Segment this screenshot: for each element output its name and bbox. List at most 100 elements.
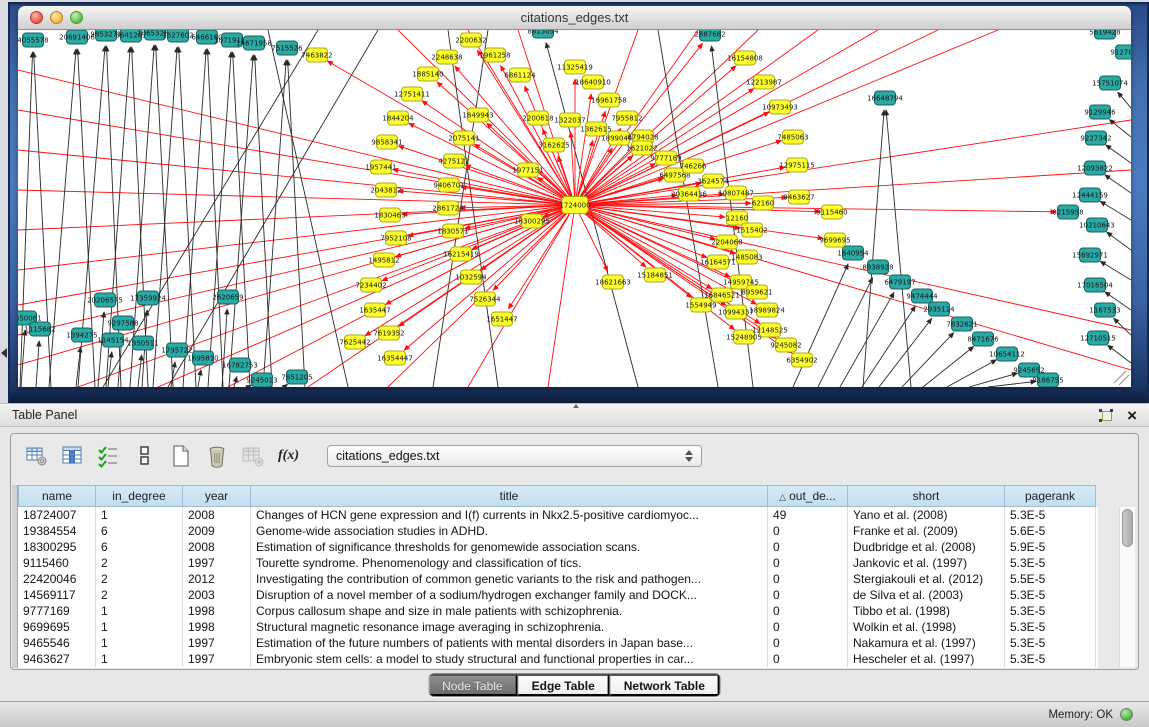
network-edge[interactable] [98, 312, 104, 387]
table-cell[interactable]: 5.3E-5 [1005, 587, 1096, 603]
table-settings-icon[interactable] [23, 443, 50, 470]
table-row[interactable]: 1456911722003Disruption of a novel membe… [18, 587, 1098, 603]
network-edge[interactable] [168, 30, 378, 387]
network-edge[interactable] [1105, 175, 1131, 193]
close-button[interactable] [30, 11, 43, 24]
table-cell[interactable]: 1997 [183, 635, 251, 651]
network-window-titlebar[interactable]: citations_edges.txt [18, 6, 1131, 30]
table-cell[interactable]: 22420046 [18, 571, 96, 587]
close-panel-icon[interactable]: × [1127, 408, 1137, 423]
network-edge[interactable] [1108, 345, 1131, 363]
table-cell[interactable]: 5.3E-5 [1005, 603, 1096, 619]
tab-edge-table[interactable]: Edge Table [518, 674, 610, 696]
table-cell[interactable]: 19384554 [18, 523, 96, 539]
network-edge[interactable] [179, 47, 196, 387]
table-cell[interactable]: Structural magnetic resonance image aver… [251, 619, 768, 635]
table-cell[interactable]: Dudbridge et al. (2008) [848, 539, 1005, 555]
table-cell[interactable]: 1 [96, 603, 183, 619]
tab-node-table[interactable]: Node Table [429, 674, 518, 696]
network-edge[interactable] [103, 30, 318, 387]
table-cell[interactable]: 9777169 [18, 603, 96, 619]
table-cell[interactable]: Yano et al. (2008) [848, 507, 1005, 523]
column-header-pagerank[interactable]: pagerank [1005, 485, 1096, 507]
table-cell[interactable]: 1 [96, 619, 183, 635]
table-cell[interactable]: 1998 [183, 603, 251, 619]
vertical-scrollbar[interactable] [1119, 507, 1135, 667]
network-edge[interactable] [153, 47, 177, 387]
network-edge[interactable] [863, 110, 884, 387]
network-edge[interactable] [947, 360, 996, 387]
network-canvas[interactable]: 1724000405557820691406985327186412031065… [18, 30, 1131, 387]
table-cell[interactable]: 6 [96, 539, 183, 555]
column-header-in_degree[interactable]: in_degree [96, 485, 183, 507]
table-cell[interactable]: 2012 [183, 571, 251, 587]
splitter-handle[interactable] [571, 404, 580, 413]
table-cell[interactable]: 0 [768, 603, 848, 619]
network-edge[interactable] [229, 55, 253, 387]
network-edge[interactable] [902, 333, 954, 387]
table-cell[interactable]: 0 [768, 539, 848, 555]
table-cell[interactable]: 18724007 [18, 507, 96, 523]
column-header-short[interactable]: short [848, 485, 1005, 507]
resize-grip-icon[interactable] [1114, 371, 1129, 385]
float-panel-icon[interactable] [1099, 409, 1113, 422]
network-edge[interactable] [222, 309, 227, 387]
network-edge[interactable] [156, 45, 173, 387]
network-edge[interactable] [284, 384, 287, 387]
table-cell[interactable]: Nakamura et al. (1997) [848, 635, 1005, 651]
table-cell[interactable]: 2 [96, 555, 183, 571]
table-cell[interactable]: 9115460 [18, 555, 96, 571]
network-edge[interactable] [575, 205, 823, 238]
column-visibility-icon[interactable] [59, 443, 86, 470]
table-row[interactable]: 1872400712008Changes of HCN gene express… [18, 507, 1098, 523]
table-cell[interactable]: Corpus callosum shape and size in male p… [251, 603, 768, 619]
table-cell[interactable]: 1 [96, 635, 183, 651]
scrollbar-thumb[interactable] [1122, 509, 1133, 547]
network-edge[interactable] [36, 341, 39, 387]
table-cell[interactable]: Investigating the contribution of common… [251, 571, 768, 587]
network-edge[interactable] [575, 205, 646, 267]
table-cell[interactable]: Hescheler et al. (1997) [848, 651, 1005, 667]
column-header-name[interactable]: name [18, 485, 96, 507]
network-edge[interactable] [1107, 232, 1131, 250]
table-cell[interactable]: de Silva et al. (2003) [848, 587, 1005, 603]
table-cell[interactable]: Tourette syndrome. Phenomenology and cla… [251, 555, 768, 571]
table-cell[interactable]: 0 [768, 587, 848, 603]
collapse-left-arrow-icon[interactable] [1, 348, 7, 358]
network-edge[interactable] [548, 205, 575, 387]
network-edge[interactable] [988, 381, 1036, 387]
column-header-title[interactable]: title [251, 485, 768, 507]
import-table-icon[interactable] [239, 443, 266, 470]
row-height-icon[interactable] [131, 443, 158, 470]
table-cell[interactable]: 5.3E-5 [1005, 555, 1096, 571]
table-cell[interactable]: 0 [768, 619, 848, 635]
table-cell[interactable]: 2003 [183, 587, 251, 603]
table-cell[interactable]: 5.3E-5 [1005, 619, 1096, 635]
new-table-icon[interactable] [167, 443, 194, 470]
table-row[interactable]: 969969511998Structural magnetic resonanc… [18, 619, 1098, 635]
network-edge[interactable] [263, 60, 286, 387]
row-selection-icon[interactable] [95, 443, 122, 470]
table-cell[interactable]: 0 [768, 635, 848, 651]
function-builder-icon[interactable]: f(x) [275, 443, 302, 470]
table-cell[interactable]: Estimation of the future numbers of pati… [251, 635, 768, 651]
table-cell[interactable]: Stergiakouli et al. (2012) [848, 571, 1005, 587]
network-edge[interactable] [923, 346, 974, 387]
network-edge[interactable] [20, 52, 33, 387]
column-header-out_de[interactable]: △out_de... [768, 485, 848, 507]
table-cell[interactable]: Changes of HCN gene expression and I(f) … [251, 507, 768, 523]
table-cell[interactable]: 9699695 [18, 619, 96, 635]
network-edge[interactable] [793, 264, 848, 387]
table-cell[interactable]: 5.3E-5 [1005, 651, 1096, 667]
table-cell[interactable]: 5.3E-5 [1005, 507, 1096, 523]
table-row[interactable]: 1830029562008Estimation of significance … [18, 539, 1098, 555]
table-cell[interactable]: 5.5E-5 [1005, 571, 1096, 587]
table-cell[interactable]: Estimation of significance thresholds fo… [251, 539, 768, 555]
network-edge[interactable] [198, 370, 201, 387]
table-cell[interactable]: 2008 [183, 507, 251, 523]
table-cell[interactable]: Franke et al. (2009) [848, 523, 1005, 539]
table-row[interactable]: 977716911998Corpus callosum shape and si… [18, 603, 1098, 619]
table-cell[interactable]: 0 [768, 571, 848, 587]
table-row[interactable]: 1938455462009Genome-wide association stu… [18, 523, 1098, 539]
table-cell[interactable]: Jankovic et al. (1997) [848, 555, 1005, 571]
